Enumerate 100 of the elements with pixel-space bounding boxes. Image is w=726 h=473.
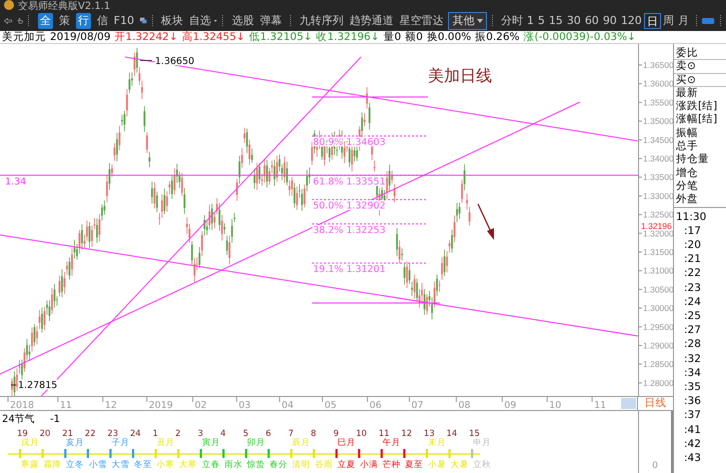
solar-term-label: 小寒 bbox=[156, 460, 175, 470]
tick-time: :22 bbox=[683, 266, 702, 281]
quote-field-label: 涨幅[结] bbox=[675, 113, 718, 127]
time-tick: 08 bbox=[458, 400, 470, 410]
time-tick: 2018 bbox=[10, 400, 34, 410]
period-tab[interactable]: 15 bbox=[546, 12, 565, 28]
indicator-param: -1 bbox=[50, 414, 60, 425]
high-price-label: 1.36650 bbox=[155, 56, 194, 67]
period-tab[interactable]: 60 bbox=[582, 12, 601, 28]
tick-time: :41 bbox=[683, 422, 702, 437]
solar-term-label: 谷雨 bbox=[314, 460, 333, 470]
term-number: 14 bbox=[446, 429, 458, 439]
term-number: 11 bbox=[378, 429, 390, 439]
quote-field: 低1.32105↓ bbox=[248, 31, 312, 43]
period-tab[interactable]: 1 bbox=[524, 12, 536, 28]
period-tab[interactable]: 日 bbox=[644, 12, 661, 28]
term-number: 21 bbox=[62, 429, 74, 439]
tick-time: :37 bbox=[683, 408, 702, 423]
tick-time: :17 bbox=[683, 224, 702, 238]
solar-term-label: 立夏 bbox=[337, 460, 356, 470]
quote-field-label: 涨跌[结] bbox=[675, 100, 718, 113]
toolbar-button[interactable]: 板块 bbox=[158, 12, 186, 28]
solar-term-label: 立春 bbox=[202, 460, 220, 470]
toolbar-button[interactable]: 信 bbox=[94, 12, 111, 28]
term-number: 8 bbox=[310, 429, 316, 439]
quote-field-label: 增仓 bbox=[675, 166, 699, 180]
fibonacci-label: 38.2% 1.32253 bbox=[313, 224, 386, 236]
toolbar-button[interactable]: 趋势通道 bbox=[346, 12, 396, 28]
solar-term-label: 春分 bbox=[270, 460, 288, 470]
tick-time: :24 bbox=[683, 294, 702, 309]
caret-icon[interactable] bbox=[477, 18, 484, 22]
tick-time: :25 bbox=[683, 308, 702, 324]
quote-field-label: 振幅 bbox=[675, 126, 699, 140]
quote-field-label: 外盘 bbox=[675, 193, 699, 207]
time-tick: 11 bbox=[60, 400, 72, 410]
solar-term-label: 大寒 bbox=[179, 460, 198, 470]
axis-value: 0 bbox=[652, 461, 658, 471]
period-tab[interactable]: 周 bbox=[660, 12, 676, 28]
tick-time: :43 bbox=[683, 451, 702, 466]
solar-term-label: 小雪 bbox=[88, 460, 107, 470]
quote-field-label: 卖⊙ bbox=[674, 60, 726, 74]
chart-annotation: 美加日线 bbox=[428, 66, 492, 85]
time-tick: 10 bbox=[549, 400, 562, 410]
toolbar-button[interactable]: 全 bbox=[38, 12, 53, 28]
month-label: 丑月 bbox=[156, 438, 175, 448]
time-tick: 03 bbox=[238, 400, 251, 410]
month-label: 午月 bbox=[382, 438, 401, 448]
quote-field: 振0.26% bbox=[475, 31, 520, 43]
window-icon[interactable] bbox=[140, 15, 147, 26]
last-price-label: 1.32196 bbox=[641, 220, 672, 231]
solar-term-label: 雨水 bbox=[224, 460, 242, 470]
indicator-title: 24节气 bbox=[2, 414, 35, 425]
time-tick: 11 bbox=[594, 400, 606, 410]
solar-term-label: 霜降 bbox=[44, 460, 62, 470]
term-number: 12 bbox=[401, 429, 412, 439]
term-number: 4 bbox=[220, 429, 226, 439]
term-number: 3 bbox=[198, 429, 204, 439]
time-tick: 02 bbox=[194, 400, 207, 410]
indicator-dropdown[interactable]: 其他 bbox=[448, 12, 488, 30]
toolbar-button[interactable]: 策 bbox=[56, 12, 73, 28]
time-tick: 2019 bbox=[148, 400, 173, 410]
fibonacci-label: 19.1% 1.31201 bbox=[313, 264, 386, 276]
term-number: 22 bbox=[84, 429, 96, 439]
time-tick: 12 bbox=[104, 400, 117, 410]
quote-field: 换0.00% bbox=[426, 31, 472, 43]
period-tab[interactable]: 120 bbox=[618, 12, 644, 28]
caret-icon[interactable] bbox=[214, 18, 218, 22]
period-tab[interactable]: 90 bbox=[600, 12, 619, 28]
month-label: 申月 bbox=[473, 438, 491, 448]
tick-time: :35 bbox=[683, 380, 702, 394]
trend-arrow bbox=[477, 204, 494, 240]
quote-field-label: 最新 bbox=[675, 86, 699, 100]
term-number: 24 bbox=[130, 429, 141, 439]
toolbar-button[interactable]: 九转序列 bbox=[296, 12, 346, 28]
term-number: 23 bbox=[107, 429, 118, 439]
period-tab[interactable]: 30 bbox=[564, 12, 583, 28]
month-label: 寅月 bbox=[202, 438, 220, 448]
month-label: 辰月 bbox=[292, 438, 310, 448]
term-number: 13 bbox=[424, 429, 435, 439]
toolbar-button[interactable]: 星空雷达 bbox=[396, 12, 446, 28]
period-tab[interactable]: 月 bbox=[676, 12, 691, 28]
quote-field: 高1.32455↓ bbox=[182, 31, 245, 43]
period-tab[interactable]: 5 bbox=[536, 12, 547, 28]
menu-button[interactable]: 自选 bbox=[186, 12, 214, 28]
symbol-name: 美元加元 bbox=[2, 31, 46, 43]
toolbar-button[interactable]: 弹幕 bbox=[256, 12, 285, 28]
period-tab[interactable]: 分时 bbox=[498, 12, 525, 28]
tick-time: :42 bbox=[683, 436, 702, 452]
quote-field-label: 总手 bbox=[675, 140, 699, 154]
time-tick: 05 bbox=[324, 400, 337, 410]
quote-field: 额0 bbox=[405, 31, 423, 43]
toolbar-button[interactable]: 选股 bbox=[228, 12, 257, 28]
toolbar-button[interactable]: 行 bbox=[76, 12, 91, 28]
term-number: 10 bbox=[356, 429, 367, 439]
term-number: 7 bbox=[288, 429, 294, 439]
toolbar-button[interactable]: F10 bbox=[110, 12, 138, 28]
term-number: 9 bbox=[333, 429, 339, 439]
quote-field-label: 买⊙ bbox=[674, 74, 726, 87]
tick-time: :28 bbox=[683, 337, 702, 352]
term-number: 5 bbox=[243, 429, 248, 439]
